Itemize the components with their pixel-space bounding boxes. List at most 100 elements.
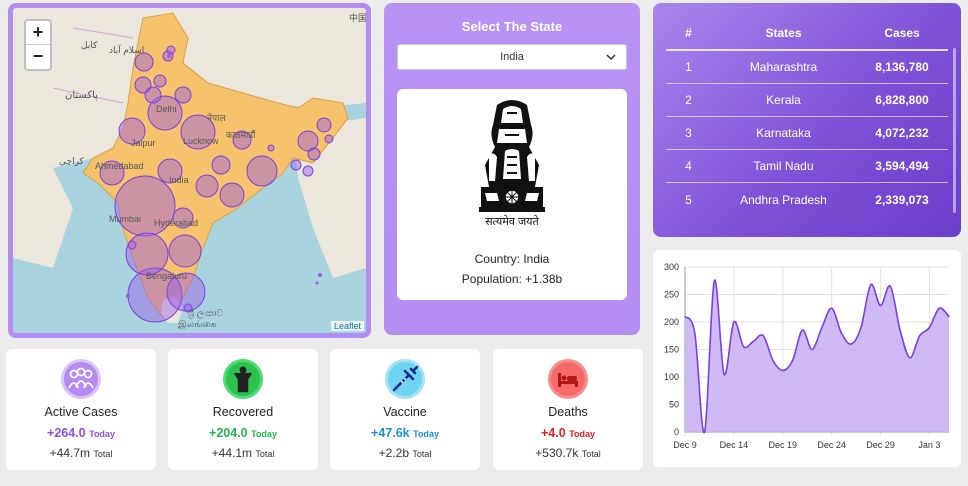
table-row[interactable]: 1 Maharashtra 8,136,780 — [666, 51, 948, 84]
table-row[interactable]: 2 Kerala 6,828,800 — [666, 84, 948, 117]
table-scrollbar[interactable] — [953, 48, 956, 213]
stat-card-active: Active Cases +264.0 Today +44.7m Total — [6, 349, 156, 470]
y-tick-label: 50 — [669, 400, 679, 410]
state-dropdown-value: India — [500, 51, 524, 63]
top-states-card: # States Cases 1 Maharashtra 8,136,780 2… — [653, 3, 961, 237]
bubble-chhattisgarh[interactable] — [195, 174, 219, 198]
state-selector-card: Select The State India सत्यमेव जयते Coun… — [384, 3, 640, 335]
map-label-india: India — [169, 175, 189, 185]
bubble-nagaland[interactable] — [324, 134, 334, 144]
bubble-andhra[interactable] — [168, 234, 202, 268]
x-tick-label: Dec 24 — [817, 440, 846, 450]
row-rank: 2 — [685, 93, 692, 107]
data-point — [772, 359, 774, 362]
select-state-title: Select The State — [461, 19, 563, 34]
stat-label: Vaccine — [383, 405, 427, 419]
bubble-uttarakhand[interactable] — [174, 86, 192, 104]
stat-total-value: +44.1m Total — [211, 446, 275, 460]
map-label-srilanka-si: ශ්‍රී ලංකාව — [188, 308, 223, 318]
bubble-wb[interactable] — [246, 155, 278, 187]
data-point — [830, 307, 833, 310]
bubble-goa[interactable] — [127, 240, 137, 250]
map-card: + − 中国 کابل اسلام آباد پاکستان Delhi नेप… — [8, 3, 371, 338]
country-name: Country: India — [474, 252, 550, 266]
data-point — [791, 359, 794, 362]
table-row[interactable]: 3 Karnataka 4,072,232 — [666, 117, 948, 150]
bubble-mizoram[interactable] — [302, 165, 314, 177]
person-recovered-icon — [223, 359, 263, 399]
map-label-kathmandu: काठमाडौं — [226, 130, 256, 140]
x-tick-label: Dec 29 — [866, 440, 895, 450]
zoom-control: + − — [24, 19, 52, 71]
table-row[interactable]: 5 Andhra Pradesh 2,339,073 — [666, 183, 948, 216]
bubble-odisha[interactable] — [219, 182, 245, 208]
map-label-karachi: کراچی — [59, 156, 84, 166]
map-label-delhi: Delhi — [156, 104, 177, 114]
row-cases: 8,136,780 — [875, 60, 929, 74]
row-state: Andhra Pradesh — [740, 192, 827, 207]
bubble-ladakh[interactable] — [166, 45, 176, 55]
bubble-himachal[interactable] — [153, 74, 167, 88]
stat-card-deaths: Deaths +4.0 Today +530.7k Total — [493, 349, 643, 470]
bubble-chandigarh[interactable] — [134, 76, 152, 94]
zoom-out-button[interactable]: − — [26, 45, 50, 69]
map-label-lucknow: Lucknow — [183, 136, 219, 146]
row-rank: 5 — [685, 192, 692, 207]
x-tick-label: Dec 14 — [720, 440, 749, 450]
map-label-pakistan: پاکستان — [65, 90, 98, 101]
row-cases: 3,594,494 — [875, 159, 929, 173]
bubble-tripura[interactable] — [290, 159, 302, 171]
data-point — [928, 326, 931, 329]
stat-card-vaccine: Vaccine +47.6k Today +2.2b Total — [330, 349, 480, 470]
map-canvas — [13, 8, 366, 333]
stat-today-value: +264.0 Today — [47, 426, 115, 440]
row-cases: 6,828,800 — [875, 93, 929, 107]
bubble-arunachal[interactable] — [316, 117, 332, 133]
header-states: States — [765, 25, 802, 40]
bubble-karnataka[interactable] — [125, 232, 169, 276]
map-label-ahmedabad: Ahmedabad — [95, 161, 144, 171]
map-label-jaipur: Jaipur — [131, 138, 156, 148]
bubble-meghalaya[interactable] — [307, 147, 321, 161]
header-cases: Cases — [884, 25, 920, 40]
stat-total-value: +530.7k Total — [535, 446, 601, 460]
map-label-islamabad: اسلام آباد — [109, 45, 145, 55]
map-label-kabul: کابل — [81, 40, 98, 50]
leaflet-attribution-link[interactable]: Leaflet — [330, 321, 364, 331]
trend-chart-card: 0 50 100 150 200 250 300 Dec 9 Dec 14 Dec 19 Dec 2… — [653, 250, 961, 467]
row-state: Tamil Nadu — [753, 159, 814, 173]
row-state: Kerala — [766, 93, 801, 107]
map-view[interactable]: + − 中国 کابل اسلام آباد پاکستان Delhi नेप… — [13, 8, 366, 333]
data-point — [762, 334, 765, 337]
data-point — [811, 348, 813, 351]
bubble-jharkhand[interactable] — [211, 155, 231, 175]
zoom-in-button[interactable]: + — [26, 21, 50, 45]
country-info-box: सत्यमेव जयते Country: India Population: … — [397, 89, 627, 300]
table-header-row: # States Cases — [666, 16, 948, 51]
x-tick-label: Dec 9 — [673, 440, 697, 450]
row-cases: 2,339,073 — [875, 192, 929, 207]
data-point — [781, 369, 784, 372]
bubble-sikkim[interactable] — [267, 144, 275, 152]
stat-label: Deaths — [548, 405, 588, 419]
row-state: Maharashtra — [749, 60, 818, 74]
y-tick-label: 150 — [664, 345, 679, 355]
map-label-mumbai: Mumbai — [109, 214, 142, 224]
data-point — [821, 326, 823, 329]
x-tick-label: Dec 19 — [769, 440, 798, 450]
stat-total-value: +2.2b Total — [378, 446, 432, 460]
state-dropdown[interactable]: India — [397, 44, 627, 70]
stat-label: Active Cases — [44, 405, 118, 419]
data-point — [713, 279, 716, 282]
stat-card-recovered: Recovered +204.0 Today +44.1m Total — [168, 349, 318, 470]
stat-label: Recovered — [212, 405, 274, 419]
x-tick-label: Jan 3 — [918, 440, 940, 450]
stat-total-value: +44.7m Total — [49, 446, 113, 460]
data-point — [869, 283, 872, 286]
trend-chart: 0 50 100 150 200 250 300 Dec 9 Dec 14 Dec 19 Dec 2… — [664, 262, 950, 450]
row-rank: 1 — [685, 60, 692, 74]
table-row[interactable]: 4 Tamil Nadu 3,594,494 — [666, 150, 948, 183]
map-label-bengaluru: Bengaluru — [146, 271, 188, 281]
people-icon — [61, 359, 101, 399]
map-label-hyderabad: Hyderabad — [154, 218, 199, 228]
